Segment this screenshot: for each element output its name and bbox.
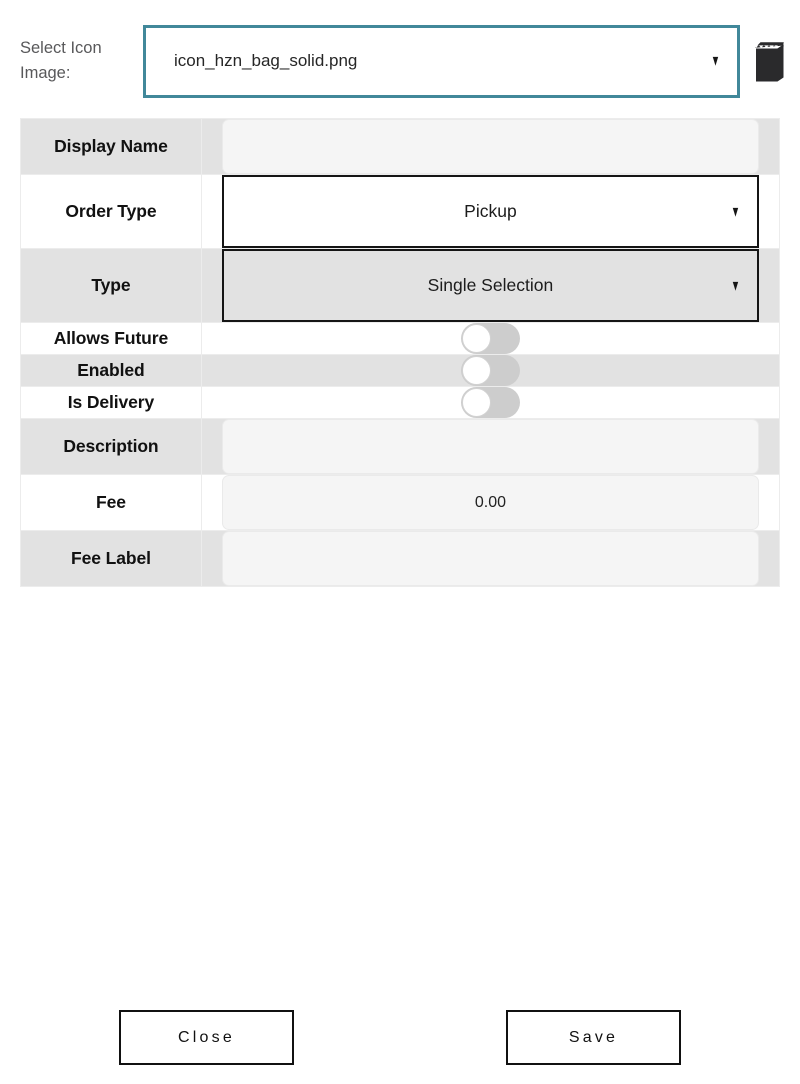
- allows-future-toggle-wrap: [222, 323, 759, 354]
- enabled-toggle[interactable]: [460, 355, 520, 386]
- row-label-fee: Fee: [20, 474, 202, 531]
- enabled-toggle-wrap: [222, 355, 759, 386]
- close-button[interactable]: Close: [119, 1010, 294, 1065]
- row-field-order-type: Pickup ▼: [200, 174, 781, 249]
- row-field-type: Single Selection ▼: [200, 248, 781, 323]
- row-label-fee-label: Fee Label: [20, 530, 202, 587]
- table-row: Fee: [20, 474, 781, 531]
- fee-input[interactable]: [221, 475, 759, 530]
- toggle-knob: [461, 356, 491, 385]
- table-row: Is Delivery: [20, 386, 781, 419]
- row-label-type: Type: [20, 248, 202, 323]
- row-field-display-name: [200, 118, 781, 175]
- row-field-allows-future: [200, 322, 781, 355]
- table-row: Enabled: [20, 354, 781, 387]
- row-label-is-delivery: Is Delivery: [20, 386, 202, 419]
- table-row: Type Single Selection ▼: [20, 248, 781, 323]
- save-button[interactable]: Save: [506, 1010, 681, 1065]
- display-name-input[interactable]: [221, 119, 759, 174]
- table-row: Order Type Pickup ▼: [20, 174, 781, 249]
- dialog-footer: Close Save: [0, 1010, 800, 1065]
- icon-select-label: Select Icon Image:: [20, 39, 102, 82]
- row-field-fee: [200, 474, 781, 531]
- is-delivery-toggle[interactable]: [460, 387, 520, 418]
- shopping-bag-icon: [747, 33, 793, 89]
- toggle-knob: [461, 324, 491, 353]
- row-label-display-name: Display Name: [20, 118, 202, 175]
- icon-select-row: Select Icon Image: icon_hzn_bag_solid.pn…: [0, 18, 800, 104]
- type-select[interactable]: Single Selection ▼: [221, 249, 759, 322]
- is-delivery-toggle-wrap: [222, 387, 759, 418]
- row-label-description: Description: [20, 418, 202, 475]
- fee-label-input[interactable]: [221, 531, 759, 586]
- table-row: Fee Label: [20, 530, 781, 587]
- description-input[interactable]: [221, 419, 759, 474]
- form-table-body: Display Name Order Type Pickup ▼ Type Si…: [20, 118, 781, 587]
- type-select-value: Single Selection: [427, 275, 554, 295]
- row-field-description: [200, 418, 781, 475]
- chevron-down-icon: ▼: [730, 277, 741, 294]
- icon-image-select-value: icon_hzn_bag_solid.png: [174, 51, 358, 70]
- order-type-form-table: Display Name Order Type Pickup ▼ Type Si…: [20, 118, 781, 587]
- chevron-down-icon: ▼: [730, 203, 741, 220]
- row-field-is-delivery: [200, 386, 781, 419]
- row-field-enabled: [200, 354, 781, 387]
- row-field-fee-label: [200, 530, 781, 587]
- icon-image-select[interactable]: icon_hzn_bag_solid.png ▼: [143, 24, 740, 98]
- row-label-enabled: Enabled: [20, 354, 202, 387]
- table-row: Description: [20, 418, 781, 475]
- order-type-editor-dialog: Select Icon Image: icon_hzn_bag_solid.pn…: [0, 0, 800, 1084]
- order-type-select[interactable]: Pickup ▼: [221, 175, 759, 248]
- allows-future-toggle[interactable]: [460, 323, 520, 354]
- row-label-allows-future: Allows Future: [20, 322, 202, 355]
- table-row: Allows Future: [20, 322, 781, 355]
- chevron-down-icon: ▼: [710, 52, 721, 70]
- table-row: Display Name: [20, 118, 781, 175]
- toggle-knob: [461, 388, 491, 417]
- row-label-order-type: Order Type: [20, 174, 202, 249]
- order-type-select-value: Pickup: [464, 201, 517, 221]
